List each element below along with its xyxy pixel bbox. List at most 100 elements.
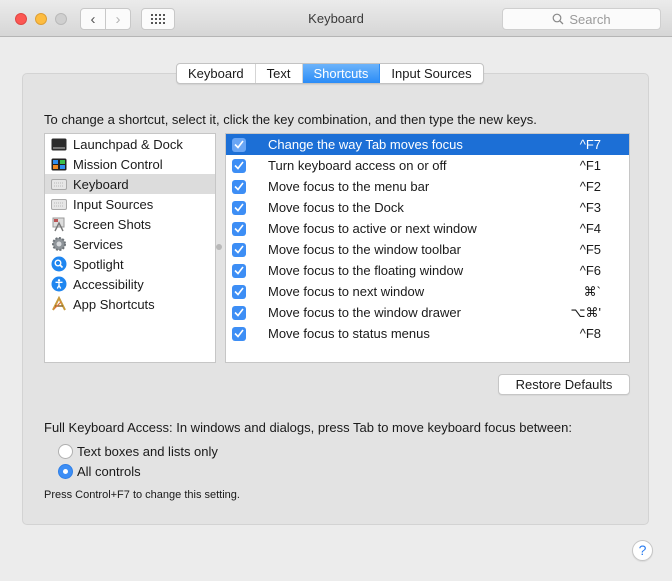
tab-shortcuts[interactable]: Shortcuts [302,64,381,83]
checkbox[interactable] [232,158,246,173]
category-item-accessibility[interactable]: Accessibility [45,274,215,294]
category-label: App Shortcuts [73,296,155,312]
category-item-spotlight[interactable]: Spotlight [45,254,215,274]
spotlight-icon [50,256,68,272]
shortcut-key[interactable]: ^F5 [580,242,601,257]
app-shortcuts-icon [50,296,68,312]
shortcut-row[interactable]: Move focus to the window toolbar ^F5 [226,239,629,260]
radio-all-controls[interactable]: All controls [58,464,141,479]
checkmark-icon [234,203,244,212]
category-item-launchpad-dock[interactable]: Launchpad & Dock [45,134,215,154]
category-label: Screen Shots [73,216,152,232]
keyboard-icon [50,176,68,192]
shortcut-list[interactable]: Change the way Tab moves focus ^F7 Turn ke… [225,133,630,363]
restore-defaults-button[interactable]: Restore Defaults [498,374,630,395]
shortcut-label: Move focus to active or next window [268,221,477,236]
checkmark-icon [234,308,244,317]
radio-button[interactable] [58,444,73,459]
shortcut-row[interactable]: Turn keyboard access on or off ^F1 [226,155,629,176]
shortcut-row[interactable]: Move focus to the window drawer ⌥⌘' [226,302,629,323]
shortcut-key[interactable]: ^F4 [580,221,601,236]
checkbox[interactable] [232,221,246,236]
shortcut-row[interactable]: Move focus to the floating window ^F6 [226,260,629,281]
shortcut-key[interactable]: ^F3 [580,200,601,215]
shortcut-label: Move focus to status menus [268,326,430,341]
checkbox[interactable] [232,284,246,299]
shortcut-row[interactable]: Move focus to the menu bar ^F2 [226,176,629,197]
checkbox[interactable] [232,242,246,257]
shortcut-label: Change the way Tab moves focus [268,137,463,152]
instructions-text: To change a shortcut, select it, click t… [44,112,537,127]
category-label: Input Sources [73,196,154,212]
shortcut-row[interactable]: Move focus to next window ⌘` [226,281,629,302]
shortcut-row[interactable]: Move focus to the Dock ^F3 [226,197,629,218]
search-icon [552,13,564,25]
checkmark-icon [234,224,244,233]
screenshot-icon [50,216,68,232]
title-bar: ‹ › Keyboard Search [0,0,672,37]
shortcut-label: Move focus to the Dock [268,200,404,215]
shortcut-key[interactable]: ^F7 [580,137,601,152]
category-label: Services [73,236,123,252]
radio-button[interactable] [58,464,73,479]
checkbox[interactable] [232,263,246,278]
checkmark-icon [234,140,244,149]
checkmark-icon [234,161,244,170]
radio-text-boxes-only[interactable]: Text boxes and lists only [58,444,218,459]
category-item-mission-control[interactable]: Mission Control [45,154,215,174]
checkbox[interactable] [232,137,246,152]
shortcut-key[interactable]: ^F1 [580,158,601,173]
tab-bar: Keyboard Text Shortcuts Input Sources [176,63,484,84]
tab-input-sources[interactable]: Input Sources [380,64,482,83]
checkbox[interactable] [232,305,246,320]
category-item-input-sources[interactable]: Input Sources [45,194,215,214]
keyboard-icon [50,196,68,212]
shortcut-key[interactable]: ⌥⌘' [571,305,601,321]
shortcut-key[interactable]: ^F8 [580,326,601,341]
checkmark-icon [234,329,244,338]
hint-text: Press Control+F7 to change this setting. [44,489,240,501]
full-keyboard-access-label: Full Keyboard Access: In windows and dia… [44,420,572,435]
category-label: Launchpad & Dock [73,136,183,152]
accessibility-icon [50,276,68,292]
checkmark-icon [234,287,244,296]
split-view-handle[interactable] [216,244,222,250]
shortcut-row[interactable]: Move focus to status menus ^F8 [226,323,629,344]
gear-icon [50,236,68,252]
shortcut-key[interactable]: ^F2 [580,179,601,194]
mission-control-icon [50,156,68,172]
checkmark-icon [234,182,244,191]
category-item-keyboard[interactable]: Keyboard [45,174,215,194]
help-button[interactable]: ? [632,540,653,561]
category-label: Mission Control [73,156,163,172]
launchpad-icon [50,136,68,152]
checkmark-icon [234,266,244,275]
category-item-services[interactable]: Services [45,234,215,254]
tab-keyboard[interactable]: Keyboard [177,64,256,83]
shortcut-label: Move focus to the window toolbar [268,242,461,257]
shortcut-key[interactable]: ⌘` [584,284,601,300]
category-item-screen-shots[interactable]: Screen Shots [45,214,215,234]
checkbox[interactable] [232,179,246,194]
shortcut-key[interactable]: ^F6 [580,263,601,278]
checkbox[interactable] [232,200,246,215]
shortcut-row[interactable]: Move focus to active or next window ^F4 [226,218,629,239]
category-label: Accessibility [73,276,144,292]
category-label: Keyboard [73,176,129,192]
radio-label: All controls [77,464,141,479]
tab-text[interactable]: Text [256,64,303,83]
shortcut-label: Move focus to the menu bar [268,179,430,194]
shortcut-row[interactable]: Change the way Tab moves focus ^F7 [226,134,629,155]
shortcut-label: Move focus to next window [268,284,425,299]
category-item-app-shortcuts[interactable]: App Shortcuts [45,294,215,314]
shortcut-label: Move focus to the window drawer [268,305,461,320]
shortcut-label: Turn keyboard access on or off [268,158,447,173]
shortcut-label: Move focus to the floating window [268,263,464,278]
category-list[interactable]: Launchpad & Dock Mission Control Keyboar… [44,133,216,363]
search-placeholder: Search [569,11,611,27]
checkmark-icon [234,245,244,254]
category-label: Spotlight [73,256,124,272]
checkbox[interactable] [232,326,246,341]
question-mark-icon: ? [638,542,647,558]
search-input[interactable]: Search [502,8,661,30]
